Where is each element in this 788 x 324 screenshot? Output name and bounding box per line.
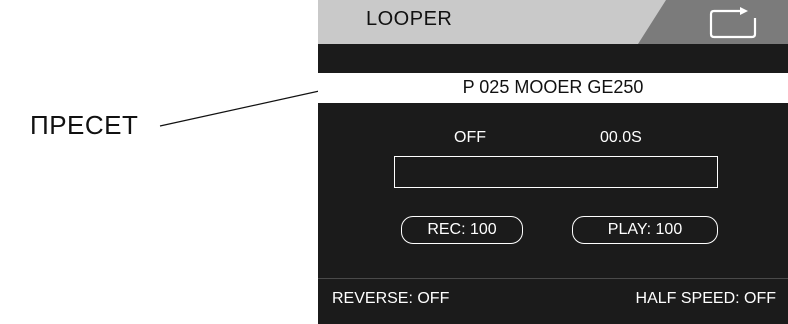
preset-name: P 025 MOOER GE250	[462, 77, 644, 97]
half-speed-setting[interactable]: HALF SPEED: OFF	[636, 290, 776, 308]
rec-level-button[interactable]: REC: 100	[401, 216, 523, 244]
loop-progress-bar	[394, 156, 718, 188]
looper-state: OFF	[454, 129, 486, 146]
play-level-button[interactable]: PLAY: 100	[572, 216, 718, 244]
loop-icon[interactable]	[708, 7, 760, 39]
title-bar: LOOPER	[318, 0, 788, 44]
preset-band: P 025 MOOER GE250	[318, 73, 788, 103]
bottom-divider	[318, 278, 788, 279]
looper-screen: LOOPER P 025 MOOER GE250 OFF 00.0S REC: …	[318, 0, 788, 324]
loop-time: 00.0S	[600, 129, 642, 146]
screen-title: LOOPER	[366, 8, 453, 30]
reverse-setting[interactable]: REVERSE: OFF	[332, 290, 449, 308]
